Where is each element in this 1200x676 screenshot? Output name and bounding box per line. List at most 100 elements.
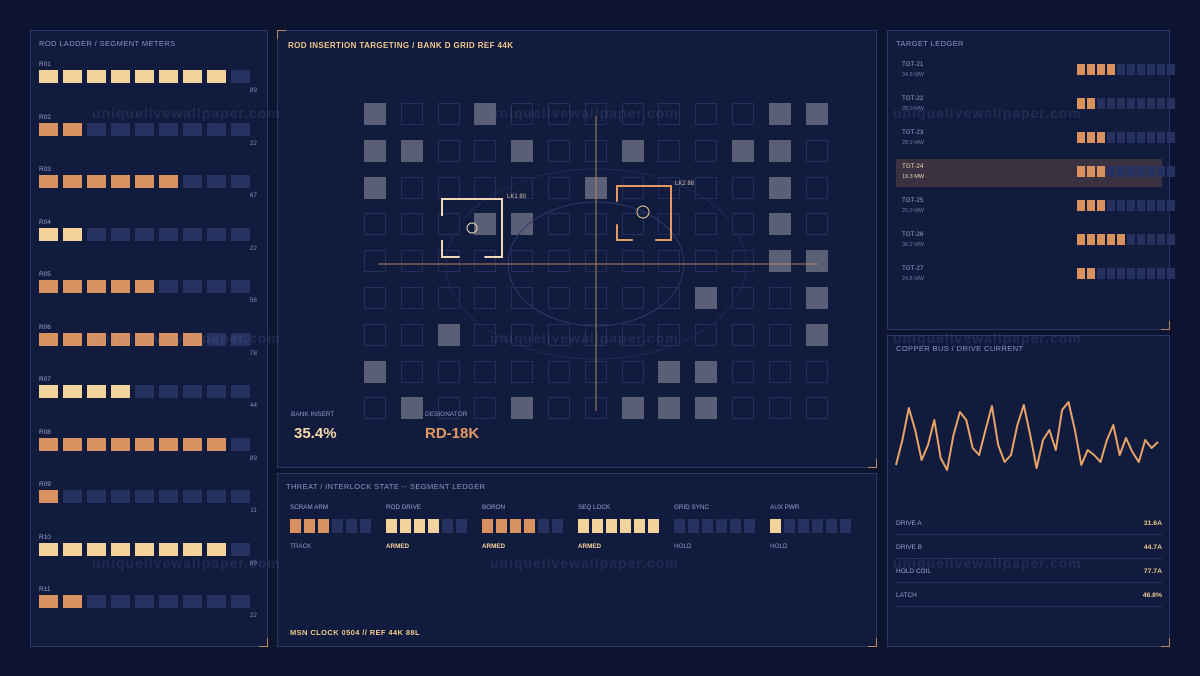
target-meter-cell <box>1087 98 1095 109</box>
target-row[interactable]: TGT-23 28.9 MW <box>896 125 1175 153</box>
segment-cell <box>63 490 82 503</box>
segment-cell <box>183 595 202 608</box>
target-meter <box>1077 132 1175 143</box>
segment-cell <box>159 437 178 451</box>
watermark: uniquelivewallpaper.com <box>893 555 1082 571</box>
target-meter-cell <box>1167 166 1175 177</box>
threat-column-label: SCRAM ARM <box>290 504 329 511</box>
segment-cell <box>159 385 178 398</box>
target-row[interactable]: TGT-26 36.2 MW <box>896 227 1175 255</box>
ladder-row[interactable]: R05 56 <box>39 271 257 315</box>
segment-meter <box>39 385 250 398</box>
lock1-label: LK1 80 <box>507 194 527 200</box>
segment-cell <box>87 385 106 398</box>
ladder-row-value: 78 <box>249 349 257 357</box>
segment-cell <box>231 122 250 136</box>
segment-cell <box>207 227 226 241</box>
target-meter-cell <box>1077 234 1085 245</box>
ladder-row-value: 56 <box>249 297 257 304</box>
segment-cell <box>135 542 154 556</box>
target-meter-cell <box>1117 98 1125 109</box>
ladder-row[interactable]: R03 67 <box>39 166 257 210</box>
segment-cell <box>39 490 58 503</box>
segment-cell <box>135 595 154 608</box>
target-meter-cell <box>1087 268 1095 279</box>
target-meter-cell <box>1157 166 1165 177</box>
ladder-row-value: 89 <box>249 454 257 462</box>
target-meter-cell <box>1147 166 1155 177</box>
segment-cell <box>39 122 58 136</box>
target-meter-cell <box>1127 64 1135 75</box>
ladder-row-label: R04 <box>39 218 51 226</box>
threat-column-label: BORON <box>482 504 506 511</box>
target-meter-cell <box>1157 132 1165 143</box>
segment-cell <box>63 70 82 83</box>
segment-cell <box>231 542 250 556</box>
ladder-row[interactable]: R07 44 <box>39 376 257 420</box>
segment-meter <box>39 175 250 188</box>
ladder-row[interactable]: R11 22 <box>39 586 257 630</box>
threat-segment <box>510 519 521 533</box>
ladder-row[interactable]: R04 22 <box>39 219 257 263</box>
segment-cell <box>207 70 226 83</box>
segment-cell <box>159 227 178 241</box>
threat-segment <box>620 519 631 533</box>
segment-cell <box>63 122 82 136</box>
segment-cell <box>63 227 82 241</box>
target-meter-cell <box>1077 132 1085 143</box>
target-meter-cell <box>1167 64 1175 75</box>
ladder-row[interactable]: R08 89 <box>39 429 257 473</box>
segment-cell <box>39 542 58 556</box>
target-row[interactable]: TGT-21 34.8 MW <box>896 57 1175 85</box>
threat-segment <box>592 519 603 533</box>
threat-column: SEQ LOCK ARMED <box>578 504 668 550</box>
target-meter-cell <box>1087 234 1095 245</box>
target-meter-cell <box>1087 166 1095 177</box>
corner-mark <box>868 638 877 647</box>
threat-segments <box>290 519 380 533</box>
mission-clock: MSN CLOCK 0504 // REF 44K 88L <box>290 628 420 637</box>
segment-cell <box>87 70 106 83</box>
target-name: TGT-25 <box>902 197 924 204</box>
threat-column: BORON ARMED <box>482 504 572 550</box>
threat-state: ARMED <box>578 543 602 550</box>
segment-cell <box>207 490 226 503</box>
target-row[interactable]: TGT-27 24.8 MW <box>896 261 1175 289</box>
segment-cell <box>135 70 154 83</box>
ladder-row-value: 44 <box>249 402 257 409</box>
segment-meter <box>39 227 250 241</box>
target-meter-cell <box>1157 200 1165 211</box>
segment-cell <box>231 175 250 188</box>
target-meter-cell <box>1137 98 1145 109</box>
segment-cell <box>183 175 202 188</box>
target-meter-cell <box>1117 132 1125 143</box>
segment-meter <box>39 437 250 451</box>
target-meter <box>1077 98 1175 109</box>
threat-segment <box>578 519 589 533</box>
target-meter-cell <box>1117 268 1125 279</box>
segment-meter <box>39 595 250 608</box>
segment-cell <box>111 70 130 83</box>
ladder-row-value: 22 <box>249 139 257 147</box>
target-meter-cell <box>1137 132 1145 143</box>
target-row[interactable]: TGT-25 25.9 MW <box>896 193 1175 221</box>
ladder-row[interactable]: R09 11 <box>39 481 257 525</box>
segment-cell <box>183 437 202 451</box>
target-meter-cell <box>1117 166 1125 177</box>
threat-segment <box>674 519 685 533</box>
watermark: uniquelivewallpaper.com <box>92 330 281 346</box>
segment-cell <box>159 175 178 188</box>
target-row[interactable]: TGT-24 19.3 MW <box>896 159 1175 187</box>
target-meter-cell <box>1117 64 1125 75</box>
segment-cell <box>135 490 154 503</box>
segment-cell <box>231 490 250 503</box>
segment-cell <box>183 122 202 136</box>
target-meter-cell <box>1077 64 1085 75</box>
threat-column-label: ROD DRIVE <box>386 504 421 511</box>
target-meter-cell <box>1087 200 1095 211</box>
ladder-row[interactable]: R01 89 <box>39 61 257 105</box>
threat-segment <box>346 519 357 533</box>
threat-state: ARMED <box>386 543 410 550</box>
threat-segment <box>634 519 645 533</box>
current-waveform <box>895 401 1159 471</box>
